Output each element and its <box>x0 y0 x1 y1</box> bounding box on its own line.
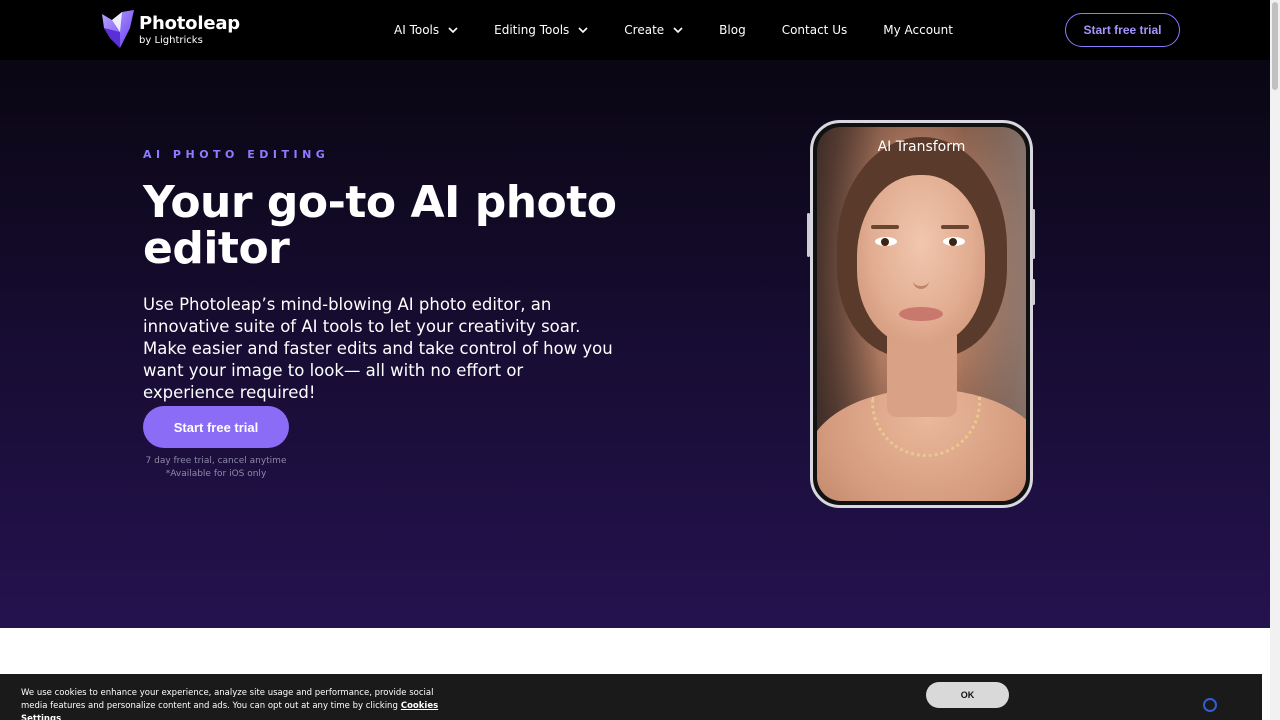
ai-transform-label: AI Transform <box>877 139 966 155</box>
photoleap-logo-icon <box>102 10 134 48</box>
ios-only-note: *Available for iOS only <box>165 469 267 479</box>
portrait-eye <box>943 237 965 246</box>
phone-side-button <box>807 213 810 257</box>
nav-item-label: AI Tools <box>394 23 440 37</box>
trial-note: 7 day free trial, cancel anytime *Availa… <box>143 455 289 481</box>
chevron-down-icon <box>578 27 588 34</box>
phone-side-button <box>1032 279 1035 305</box>
logo-name: Photoleap <box>139 12 240 34</box>
hero-eyebrow: AI PHOTO EDITING <box>143 148 330 161</box>
portrait-lips <box>899 307 943 321</box>
chevron-down-icon <box>448 27 458 34</box>
nav-item-editing-tools[interactable]: Editing Tools <box>494 23 588 37</box>
nav-item-label: Editing Tools <box>494 23 570 37</box>
nav-item-ai-tools[interactable]: AI Tools <box>394 23 458 37</box>
chevron-down-icon <box>673 27 683 34</box>
nav-item-label: Blog <box>719 23 746 37</box>
cookie-banner: We use cookies to enhance your experienc… <box>0 674 1262 720</box>
site-header: Photoleap by Lightricks AI Tools Editing… <box>0 0 1270 60</box>
logo-byline: by Lightricks <box>139 34 203 46</box>
trial-note-line: 7 day free trial, cancel anytime <box>145 456 287 466</box>
header-start-trial-button[interactable]: Start free trial <box>1065 13 1180 47</box>
nav-item-my-account[interactable]: My Account <box>883 23 953 37</box>
cookie-text: We use cookies to enhance your experienc… <box>21 687 451 720</box>
hero-section: AI PHOTO EDITING Your go-to AI photo edi… <box>0 60 1270 628</box>
photoleap-logo[interactable]: Photoleap by Lightricks <box>100 10 240 50</box>
nav-item-blog[interactable]: Blog <box>719 23 746 37</box>
main-nav: AI Tools Editing Tools Create Blog Conta… <box>394 0 989 60</box>
nav-item-contact-us[interactable]: Contact Us <box>782 23 848 37</box>
nav-item-label: My Account <box>883 23 953 37</box>
hero-description: Use Photoleap’s mind-blowing AI photo ed… <box>143 295 613 402</box>
hero-start-trial-button[interactable]: Start free trial <box>143 406 289 448</box>
scrollbar-thumb[interactable] <box>1272 2 1278 90</box>
nav-item-create[interactable]: Create <box>624 23 683 37</box>
nav-item-label: Create <box>624 23 665 37</box>
phone-screen-portrait: AI Transform <box>817 127 1026 501</box>
cookie-ok-button[interactable]: OK <box>926 682 1009 708</box>
cookie-message: We use cookies to enhance your experienc… <box>21 688 434 711</box>
privacy-badge-icon[interactable] <box>1203 698 1217 712</box>
logo-wordmark: Photoleap by Lightricks <box>139 12 240 46</box>
nav-item-label: Contact Us <box>781 23 848 37</box>
page-scrollbar[interactable] <box>1270 0 1280 720</box>
content-section <box>0 628 1270 674</box>
phone-mockup: AI Transform <box>807 120 1035 508</box>
portrait-eye <box>875 237 897 246</box>
phone-side-button <box>1032 209 1035 259</box>
hero-headline: Your go-to AI photo editor <box>143 177 617 274</box>
